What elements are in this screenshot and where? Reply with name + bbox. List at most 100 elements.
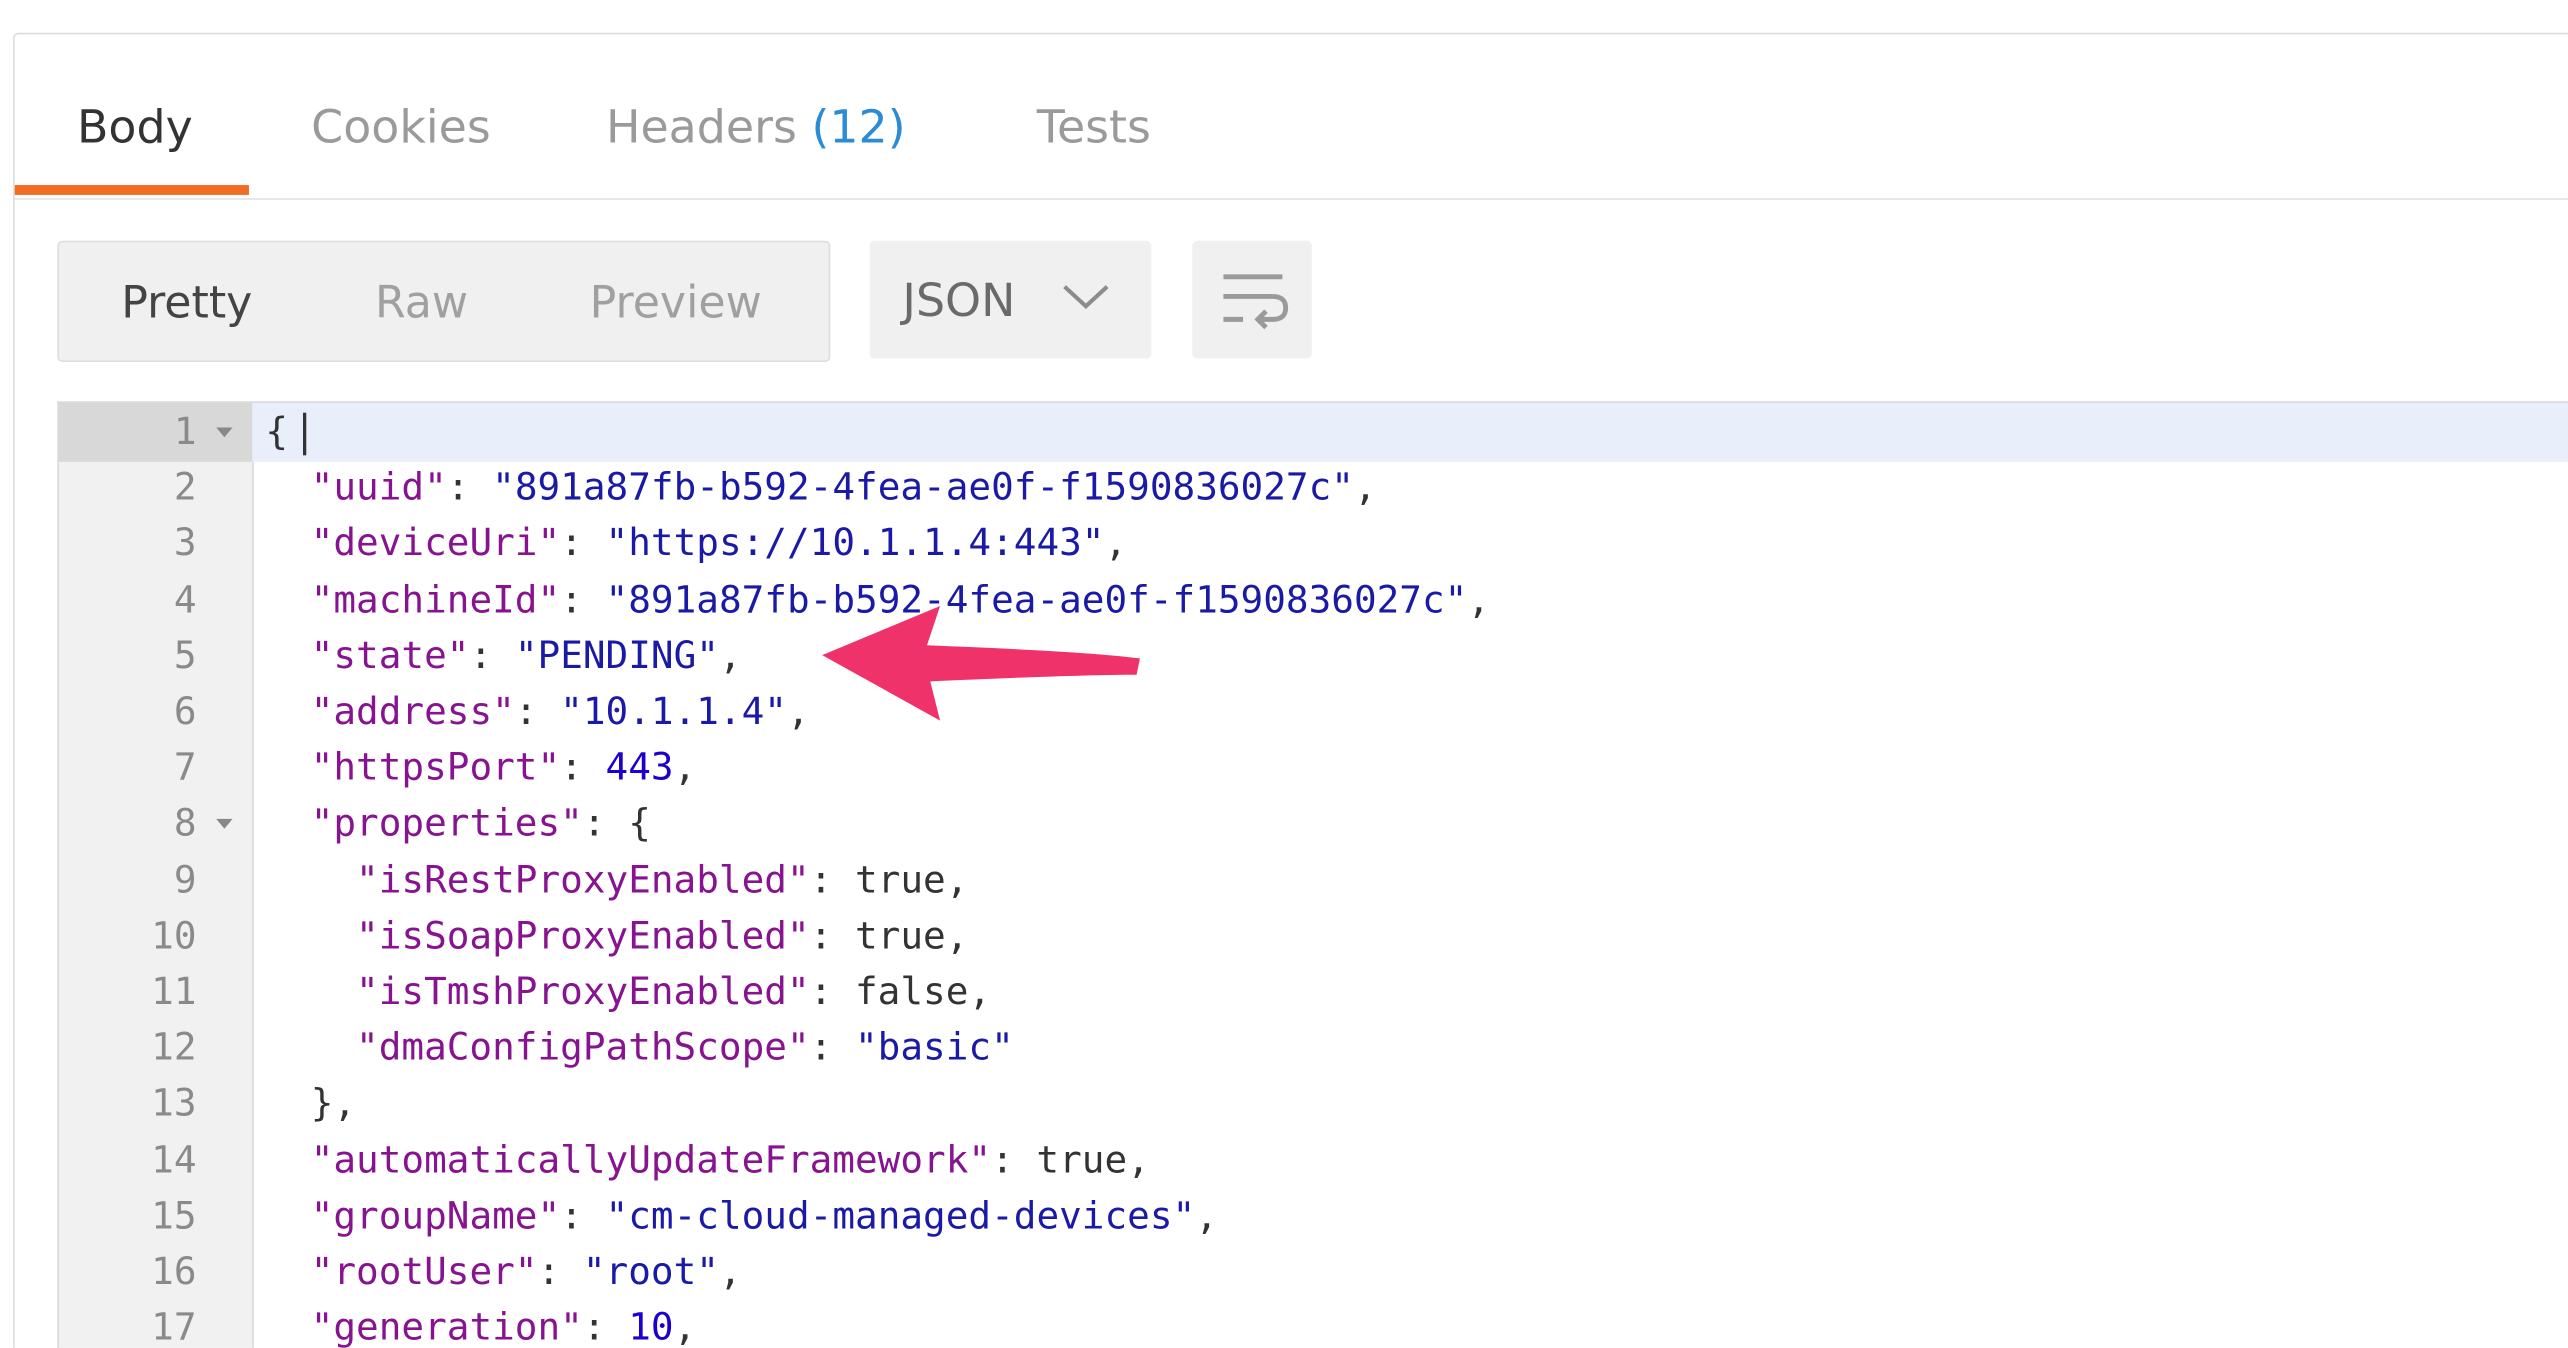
json-punctuation: : xyxy=(560,523,606,566)
active-tab-indicator xyxy=(14,185,249,195)
line-number-text: 9 xyxy=(173,859,197,902)
json-punctuation: : xyxy=(560,579,606,622)
tab-body-label: Body xyxy=(76,99,193,154)
line-number-text: 2 xyxy=(173,467,197,510)
json-punctuation: : xyxy=(537,1251,583,1294)
line-number: 1 xyxy=(59,405,252,461)
code-line: "state": "PENDING", xyxy=(265,629,742,685)
format-dropdown[interactable]: JSON xyxy=(869,240,1152,359)
json-key: "deviceUri" xyxy=(310,523,561,566)
line-number-text: 15 xyxy=(151,1195,197,1238)
line-number-text: 14 xyxy=(151,1139,197,1182)
response-panel: Body Cookies Headers (12) Tests Pretty R… xyxy=(13,32,2568,1348)
tab-tests-label: Tests xyxy=(1036,99,1151,154)
fold-toggle-icon[interactable] xyxy=(216,819,233,830)
line-number-text: 17 xyxy=(151,1307,197,1348)
json-punctuation: , xyxy=(718,1251,742,1294)
code-line: "generation": 10, xyxy=(265,1301,697,1348)
format-dropdown-label: JSON xyxy=(902,273,1016,328)
code-line: "httpsPort": 443, xyxy=(265,741,697,797)
line-number: 2 xyxy=(59,461,252,517)
tab-cookies-label: Cookies xyxy=(311,99,491,154)
active-line-highlight xyxy=(252,402,2568,462)
line-number-text: 16 xyxy=(151,1251,197,1294)
response-tabs: Body Cookies Headers (12) Tests xyxy=(14,34,2568,200)
json-key: "uuid" xyxy=(310,467,447,510)
raw-button[interactable]: Raw xyxy=(375,278,468,329)
json-punctuation: : true, xyxy=(991,1139,1150,1182)
line-number: 12 xyxy=(59,1021,252,1077)
tab-headers-label: Headers xyxy=(605,99,797,154)
json-punctuation: { xyxy=(265,411,289,454)
json-punctuation: , xyxy=(786,691,810,734)
line-number-text: 12 xyxy=(151,1027,197,1070)
response-viewer: Body Cookies Headers (12) Tests Pretty R… xyxy=(0,0,2568,1348)
arrow-left-icon xyxy=(822,605,1140,721)
code-editor[interactable]: 1 {2 "uuid": "891a87fb-b592-4fea-ae0f-f15… xyxy=(57,401,2568,1348)
line-number-text: 5 xyxy=(173,635,197,678)
line-number-text: 7 xyxy=(173,747,197,790)
line-number: 6 xyxy=(59,685,252,741)
line-number: 14 xyxy=(59,1133,252,1189)
json-string: "10.1.1.4" xyxy=(560,691,787,734)
line-number: 15 xyxy=(59,1189,252,1245)
tab-tests[interactable]: Tests xyxy=(1037,100,1151,154)
line-number-text: 1 xyxy=(173,411,197,454)
code-line: "uuid": "891a87fb-b592-4fea-ae0f-f159083… xyxy=(265,461,1377,517)
json-string: "891a87fb-b592-4fea-ae0f-f1590836027c" xyxy=(492,467,1354,510)
code-line: "rootUser": "root", xyxy=(265,1245,742,1301)
json-string: "basic" xyxy=(855,1027,1014,1070)
json-punctuation: , xyxy=(718,635,742,678)
json-punctuation: : xyxy=(809,1027,856,1070)
json-punctuation: , xyxy=(673,1307,697,1348)
chevron-down-icon xyxy=(1063,285,1109,310)
line-number-text: 6 xyxy=(173,691,197,734)
json-number: 443 xyxy=(605,747,674,790)
json-punctuation: : xyxy=(469,635,515,678)
line-number: 8 xyxy=(59,797,252,853)
json-punctuation: : xyxy=(582,1307,629,1348)
code-line: "groupName": "cm-cloud-managed-devices", xyxy=(265,1189,1218,1245)
wrap-lines-button[interactable] xyxy=(1192,240,1312,359)
json-key: "isSoapProxyEnabled" xyxy=(356,915,810,958)
json-punctuation: : { xyxy=(582,803,651,846)
json-punctuation: : false, xyxy=(809,971,992,1014)
json-punctuation: : xyxy=(446,467,493,510)
line-number: 11 xyxy=(59,965,252,1021)
tab-cookies[interactable]: Cookies xyxy=(311,100,491,154)
view-mode-group: Pretty Raw Preview xyxy=(57,240,831,362)
fold-toggle-icon[interactable] xyxy=(216,427,233,438)
line-number-text: 13 xyxy=(151,1083,197,1126)
json-punctuation: , xyxy=(673,747,697,790)
line-number: 10 xyxy=(59,909,252,965)
tab-body[interactable]: Body xyxy=(77,100,193,154)
code-line: "dmaConfigPathScope": "basic" xyxy=(265,1021,1014,1077)
tab-headers[interactable]: Headers (12) xyxy=(606,100,906,154)
line-number: 17 xyxy=(59,1301,252,1348)
pretty-button[interactable]: Pretty xyxy=(121,278,252,329)
headers-count-badge: (12) xyxy=(811,99,906,154)
json-punctuation: : xyxy=(560,1195,606,1238)
line-number: 4 xyxy=(59,573,252,629)
json-number: 10 xyxy=(628,1307,674,1348)
json-punctuation: : true, xyxy=(809,859,969,902)
json-string: "root" xyxy=(582,1251,719,1294)
line-number: 5 xyxy=(59,629,252,685)
line-number-text: 8 xyxy=(173,803,197,846)
code-line: { xyxy=(265,405,288,461)
preview-button[interactable]: Preview xyxy=(590,278,762,329)
json-key: "isRestProxyEnabled" xyxy=(356,859,810,902)
json-key: "address" xyxy=(310,691,515,734)
